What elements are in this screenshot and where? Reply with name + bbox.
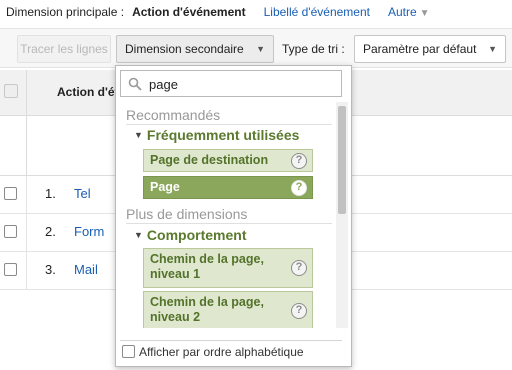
column-divider	[26, 252, 27, 290]
dimension-item-page[interactable]: Page ?	[143, 176, 313, 199]
help-icon[interactable]: ?	[291, 180, 307, 196]
plot-rows-button[interactable]: Tracer les lignes	[17, 35, 111, 63]
primary-dimension-bar: Dimension principale : Action d'événemen…	[0, 0, 512, 24]
column-divider	[26, 70, 27, 116]
column-divider	[26, 176, 27, 214]
primary-dimension-active[interactable]: Action d'événement	[132, 5, 246, 19]
sort-type-label: Type de tri :	[282, 42, 345, 56]
chevron-down-icon: ▼	[488, 44, 497, 54]
secondary-dimension-button[interactable]: Dimension secondaire ▼	[116, 35, 274, 63]
help-icon[interactable]: ?	[291, 260, 307, 276]
select-all-checkbox[interactable]	[4, 84, 18, 98]
secondary-dimension-dropdown: Recommandés ▼Fréquemment utilisées Page …	[115, 65, 352, 367]
alphabetical-order-checkbox[interactable]	[122, 345, 135, 358]
triangle-down-icon: ▼	[134, 230, 143, 240]
help-icon[interactable]: ?	[291, 303, 307, 319]
dimension-item-page-path-level-1[interactable]: Chemin de la page, niveau 1 ?	[143, 248, 313, 288]
row-number: 3.	[45, 262, 56, 277]
column-divider	[26, 116, 27, 176]
alphabetical-order-label: Afficher par ordre alphabétique	[139, 345, 304, 359]
help-icon[interactable]: ?	[291, 153, 307, 169]
subgroup-frequently-used[interactable]: ▼ Fréquemment utilisées	[134, 127, 299, 143]
dimension-item-landing-page[interactable]: Page de destination ?	[143, 149, 313, 172]
footer-divider	[120, 340, 342, 341]
dimension-search-input[interactable]	[149, 74, 339, 94]
row-checkbox[interactable]	[4, 187, 17, 200]
primary-dimension-label: Dimension principale :	[6, 5, 125, 19]
row-value-link[interactable]: Form	[74, 224, 104, 239]
secondary-dimension-label: Dimension secondaire	[125, 42, 244, 56]
primary-dimension-other-menu[interactable]: Autre ▼	[388, 5, 430, 19]
group-title-recommended: Recommandés	[126, 107, 221, 123]
subgroup-label: Comportement	[146, 227, 247, 243]
dimension-search-box[interactable]	[120, 70, 342, 97]
table-toolbar: Tracer les lignes Dimension secondaire ▼…	[0, 28, 512, 68]
row-value-link[interactable]: Mail	[74, 262, 98, 277]
dropdown-scrollbar-thumb[interactable]	[338, 106, 346, 214]
dimension-item-label: Page	[150, 180, 180, 194]
row-number: 1.	[45, 186, 56, 201]
alphabetical-order-toggle[interactable]: Afficher par ordre alphabétique	[122, 345, 304, 359]
group-divider	[126, 223, 332, 224]
column-divider	[26, 214, 27, 252]
other-menu-label: Autre	[387, 5, 417, 19]
search-icon	[128, 77, 142, 91]
dimension-item-label: Chemin de la page, niveau 1	[150, 252, 264, 281]
group-title-more-dimensions: Plus de dimensions	[126, 206, 248, 222]
row-checkbox[interactable]	[4, 263, 17, 276]
sort-type-select[interactable]: Paramètre par défaut ▼	[354, 35, 506, 63]
triangle-down-icon: ▼	[134, 130, 143, 140]
dimension-item-label: Page de destination	[150, 153, 269, 167]
row-value-link[interactable]: Tel	[74, 186, 91, 201]
row-number: 2.	[45, 224, 56, 239]
dimension-item-label: Chemin de la page, niveau 2	[150, 295, 264, 324]
group-divider	[126, 124, 332, 125]
chevron-down-icon: ▼	[419, 8, 430, 19]
chevron-down-icon: ▼	[256, 44, 265, 54]
subgroup-label: Fréquemment utilisées	[146, 127, 300, 143]
sort-type-value: Paramètre par défaut	[363, 42, 477, 56]
event-action-column-header[interactable]: Action d'év	[57, 85, 121, 99]
dimension-list: Recommandés ▼ Fréquemment utilisées Page …	[116, 102, 334, 328]
primary-dimension-event-label-link[interactable]: Libellé d'événement	[264, 5, 370, 19]
dimension-item-page-path-level-2[interactable]: Chemin de la page, niveau 2 ?	[143, 291, 313, 328]
subgroup-behavior[interactable]: ▼ Comportement	[134, 227, 246, 243]
row-checkbox[interactable]	[4, 225, 17, 238]
